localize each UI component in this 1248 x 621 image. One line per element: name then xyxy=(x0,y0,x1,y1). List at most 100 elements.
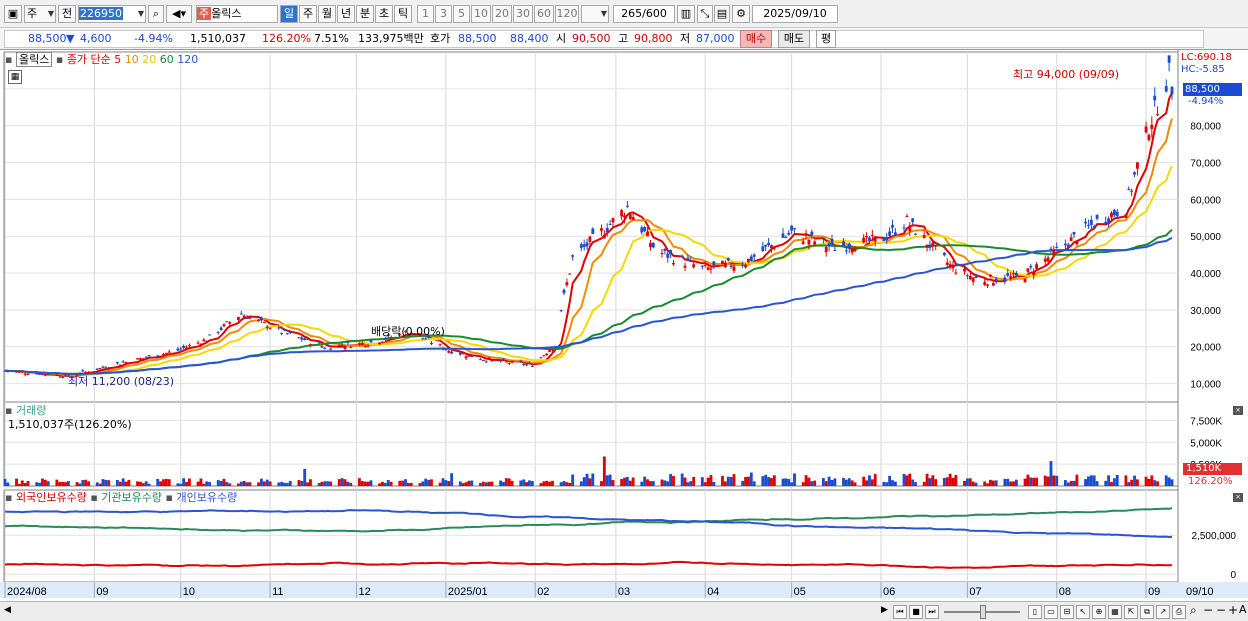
volume-bar xyxy=(571,474,575,486)
buy-button[interactable]: 매수 xyxy=(740,30,772,48)
candle-body xyxy=(242,315,246,318)
volume-bar xyxy=(317,483,321,486)
volume-bar xyxy=(548,481,552,486)
zoom-icon[interactable]: ⌕ xyxy=(1190,603,1197,618)
volume-bar xyxy=(519,480,523,486)
candle-body xyxy=(23,373,27,375)
volume-bar xyxy=(280,481,284,486)
chart-area[interactable]: 2024/08 09 10 11 12 2025/01 02 03 04 05 06 07 08 09 09… xyxy=(0,50,1248,602)
chart-type-icon[interactable]: ▯ xyxy=(1028,605,1042,619)
crosshair-icon[interactable]: ⊕ xyxy=(1092,605,1106,619)
volume-bar xyxy=(363,481,367,486)
compare-icon[interactable]: ⊟ xyxy=(1060,605,1074,619)
volume-bar xyxy=(741,480,745,486)
data-count-field[interactable]: 265/600 xyxy=(613,5,675,23)
shrink-icon[interactable]: − xyxy=(1216,603,1226,617)
zoom-out-icon[interactable]: − xyxy=(1203,603,1213,617)
volume-bar xyxy=(623,477,626,486)
copy-icon[interactable]: ⧉ xyxy=(1140,605,1154,619)
candle-body xyxy=(441,347,445,350)
chart-window-icon[interactable]: ▣ xyxy=(4,5,22,23)
high-annotation: 최고 94,000 (09/09) xyxy=(1013,68,1120,81)
font-size-icon[interactable]: A xyxy=(1239,603,1247,616)
scroll-right-icon[interactable]: ▶ xyxy=(881,605,888,615)
volume-legend: ▪ 거래량 xyxy=(5,404,47,417)
stock-name-field[interactable]: 주 올릭스 xyxy=(196,5,278,23)
candle-body xyxy=(329,348,333,350)
grid-icon[interactable]: ▦ xyxy=(1108,605,1122,619)
zoom-slider-thumb[interactable] xyxy=(980,605,986,619)
volume-bar xyxy=(300,480,304,486)
cursor-icon[interactable]: ↖ xyxy=(1076,605,1090,619)
interval-3[interactable]: 3 xyxy=(435,5,452,23)
candle-body xyxy=(288,331,292,333)
draw-tool-icon[interactable]: ⤡ xyxy=(697,5,713,23)
volume-close-icon[interactable]: × xyxy=(1233,406,1243,415)
volume-bar xyxy=(1133,475,1136,486)
zoom-in-icon[interactable]: + xyxy=(1228,603,1238,617)
holdings-close-icon[interactable]: × xyxy=(1233,493,1243,502)
period-second-tab[interactable]: 초 xyxy=(375,5,393,23)
volume-bar xyxy=(1029,477,1033,486)
layout-icon[interactable]: ▭ xyxy=(1044,605,1058,619)
first-page-icon[interactable]: ⏮ xyxy=(893,605,907,619)
interval-120[interactable]: 120 xyxy=(555,5,579,23)
measure-icon[interactable]: ⇱ xyxy=(1124,605,1138,619)
last-page-icon[interactable]: ⏭ xyxy=(925,605,939,619)
candle-body xyxy=(202,339,206,342)
interval-5[interactable]: 5 xyxy=(453,5,470,23)
speaker-icon[interactable]: ◀▾ xyxy=(166,5,192,23)
period-year-tab[interactable]: 년 xyxy=(337,5,355,23)
interval-dropdown[interactable]: ▼ xyxy=(581,5,609,23)
sell-button[interactable]: 매도 xyxy=(778,30,810,48)
volume-bar xyxy=(260,478,263,486)
candle-body xyxy=(519,360,523,363)
volume-bar xyxy=(95,482,99,486)
candle-body xyxy=(228,322,232,324)
period-minute-tab[interactable]: 분 xyxy=(356,5,374,23)
candle-style-icon[interactable]: ▥ xyxy=(677,5,695,23)
market-type-select[interactable]: 주 ▼ xyxy=(24,5,56,23)
date-field[interactable]: 2025/09/10 xyxy=(752,5,838,23)
candle-body xyxy=(882,238,886,242)
stop-icon[interactable]: ■ xyxy=(909,605,923,619)
volume-bar xyxy=(245,482,249,486)
scroll-left-icon[interactable]: ◀ xyxy=(4,605,11,615)
volume-bar xyxy=(551,480,554,486)
interval-10[interactable]: 10 xyxy=(471,5,491,23)
volume-bar xyxy=(683,477,687,486)
print-icon[interactable]: ⎙ xyxy=(1172,605,1186,619)
save-icon[interactable]: ▤ xyxy=(714,5,730,23)
search-icon[interactable]: ⌕ xyxy=(148,5,164,23)
stock-code-input[interactable]: 226950 ▼ xyxy=(78,5,146,23)
volume-bar xyxy=(611,480,615,486)
volume-bar xyxy=(528,480,531,486)
interval-60[interactable]: 60 xyxy=(534,5,554,23)
interval-30[interactable]: 30 xyxy=(513,5,533,23)
period-month-tab[interactable]: 월 xyxy=(318,5,336,23)
chart-scrollbar[interactable]: ◀ ▶ ⏮ ■ ⏭ ▯ ▭ ⊟ ↖ ⊕ ▦ ⇱ ⧉ ↗ ⎙ ⌕ − − + A xyxy=(0,601,1248,621)
interval-20[interactable]: 20 xyxy=(492,5,512,23)
volume-bar xyxy=(963,480,966,486)
candle-body xyxy=(991,282,995,286)
volume-bar xyxy=(35,482,39,486)
candle-body xyxy=(61,377,65,379)
interval-1[interactable]: 1 xyxy=(417,5,434,23)
period-tick-tab[interactable]: 틱 xyxy=(394,5,412,23)
trend-icon[interactable]: ↗ xyxy=(1156,605,1170,619)
gear-icon[interactable]: ⚙ xyxy=(732,5,750,23)
candle-body xyxy=(781,233,785,238)
prev-button[interactable]: 전 xyxy=(58,5,76,23)
period-week-tab[interactable]: 주 xyxy=(299,5,317,23)
volume-bar xyxy=(868,475,871,486)
avg-price-button[interactable]: 평 xyxy=(816,30,836,48)
volume-bar xyxy=(1092,475,1096,486)
candle-body xyxy=(744,264,747,268)
calculator-icon[interactable]: ▦ xyxy=(8,70,22,84)
volume-bar xyxy=(17,483,21,486)
stock-name-tag[interactable]: 올릭스 xyxy=(15,52,53,67)
period-day-tab[interactable]: 일 xyxy=(280,5,298,23)
candle-body xyxy=(787,232,791,235)
candle-body xyxy=(1014,272,1018,276)
low-price: 87,000 xyxy=(696,32,735,45)
